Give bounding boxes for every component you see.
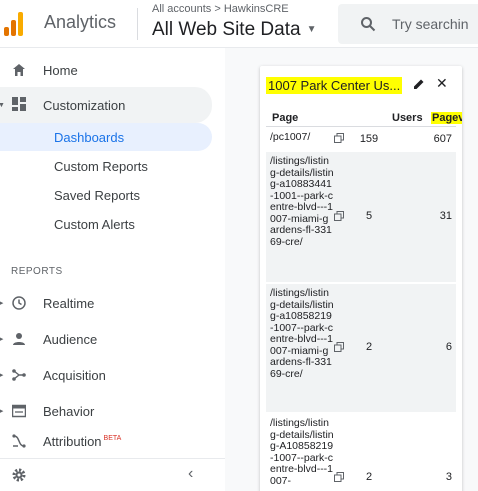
table-row: /listings/listing-details/listing-a10883… — [266, 152, 456, 282]
close-icon[interactable]: ✕ — [436, 75, 448, 92]
collapse-sidebar-icon[interactable]: ‹ — [188, 465, 193, 483]
sidebar-item-label: Acquisition — [43, 367, 106, 383]
sidebar-item-label: Realtime — [43, 295, 95, 311]
page-path[interactable]: /listings/listing-details/listing-a10858… — [270, 287, 334, 380]
sidebar-item-attribution[interactable]: Attribution BETA — [0, 424, 212, 458]
sidebar-item-realtime[interactable]: ▶ Realtime — [0, 286, 212, 320]
sidebar-item-label: Behavior — [43, 403, 95, 419]
expand-right-icon: ▶ — [0, 408, 4, 415]
sidebar-item-label: Audience — [43, 331, 98, 347]
users-value: 5 — [365, 210, 373, 222]
column-header-users: Users — [392, 112, 423, 124]
pageviews-value: 607 — [433, 133, 452, 145]
column-header-page: Page — [272, 112, 299, 124]
header-divider — [266, 126, 456, 127]
sidebar-item-audience[interactable]: ▶ Audience — [0, 322, 212, 356]
top-app-bar: Analytics All accounts > HawkinsCRE All … — [0, 0, 478, 48]
home-icon — [11, 62, 27, 78]
expand-right-icon: ▶ — [0, 336, 4, 343]
caret-down-icon: ▼ — [306, 24, 317, 36]
sidebar-sub-label: Custom Alerts — [54, 217, 135, 232]
attribution-icon — [11, 433, 27, 449]
sidebar-item-dashboards[interactable]: Dashboards — [0, 123, 212, 151]
widget-title[interactable]: 1007 Park Center Us... — [266, 77, 403, 94]
gear-icon[interactable] — [11, 467, 27, 483]
sidebar-item-saved-reports[interactable]: Saved Reports — [0, 181, 212, 209]
sidebar-item-label: Home — [43, 62, 78, 78]
expand-right-icon: ▶ — [0, 300, 4, 307]
sidebar-sub-label: Saved Reports — [54, 188, 140, 203]
users-value: 159 — [359, 133, 379, 145]
sidebar-item-home[interactable]: Home — [0, 53, 212, 87]
pageviews-value: 6 — [445, 341, 452, 353]
app-title: Analytics — [44, 12, 117, 32]
sidebar-item-acquisition[interactable]: ▶ Acquisition — [0, 358, 212, 392]
sidebar-sub-label: Dashboards — [54, 130, 125, 145]
sidebar-item-custom-alerts[interactable]: Custom Alerts — [0, 210, 212, 238]
page-path[interactable]: /listings/listing-details/listing-a10883… — [270, 155, 334, 248]
sidebar-sub-label: Custom Reports — [54, 159, 148, 174]
pageviews-value: 31 — [439, 210, 452, 222]
table-row: /listings/listing-details/listing-A10858… — [266, 414, 456, 491]
sidebar-item-label: Customization — [43, 97, 126, 113]
reports-section-heading: REPORTS — [11, 266, 63, 277]
account-breadcrumb[interactable]: All accounts > HawkinsCRE — [152, 3, 289, 15]
expand-down-icon: ▼ — [0, 101, 5, 109]
edit-pencil-icon[interactable] — [413, 78, 425, 90]
dashboard-canvas: 1007 Park Center Us... ✕ Page Users Page… — [225, 48, 478, 491]
dashboard-grid-icon — [11, 96, 27, 112]
dashboard-widget: 1007 Park Center Us... ✕ Page Users Page… — [260, 66, 462, 491]
search-icon — [361, 17, 376, 32]
sidebar-item-label: Attribution BETA — [43, 434, 121, 449]
table-row: /pc1007/ 159 607 — [266, 128, 456, 150]
users-value: 2 — [365, 471, 373, 483]
column-header-pageviews: Pageviews — [431, 112, 462, 124]
sidebar-nav: Home ▼ Customization Dashboards Custom R… — [0, 48, 225, 491]
attribution-label: Attribution — [43, 433, 102, 449]
sidebar-item-behavior[interactable]: ▶ Behavior — [0, 394, 212, 428]
person-icon — [11, 331, 27, 347]
table-row: /listings/listing-details/listing-a10858… — [266, 284, 456, 412]
header-divider — [137, 8, 138, 40]
view-selector[interactable]: All Web Site Data ▼ — [152, 19, 316, 41]
page-path[interactable]: /pc1007/ — [270, 131, 334, 144]
view-name: All Web Site Data — [152, 19, 301, 40]
sidebar-item-customization[interactable]: ▼ Customization — [0, 87, 212, 123]
open-page-icon[interactable] — [334, 342, 344, 352]
sidebar-footer: ‹ — [0, 458, 225, 491]
users-value: 2 — [365, 341, 373, 353]
analytics-logo-icon[interactable] — [4, 12, 26, 36]
beta-badge: BETA — [103, 435, 122, 443]
search-input[interactable]: Try searchin — [338, 4, 478, 44]
expand-right-icon: ▶ — [0, 372, 4, 379]
open-page-icon[interactable] — [334, 472, 344, 482]
clock-icon — [11, 295, 27, 311]
page-path[interactable]: /listings/listing-details/listing-A10858… — [270, 417, 334, 487]
acquisition-icon — [11, 367, 27, 383]
pageviews-value: 3 — [445, 471, 452, 483]
open-page-icon[interactable] — [334, 211, 344, 221]
open-page-icon[interactable] — [334, 133, 344, 143]
sidebar-item-custom-reports[interactable]: Custom Reports — [0, 152, 212, 180]
behavior-icon — [11, 403, 27, 419]
search-placeholder: Try searchin — [392, 16, 469, 32]
